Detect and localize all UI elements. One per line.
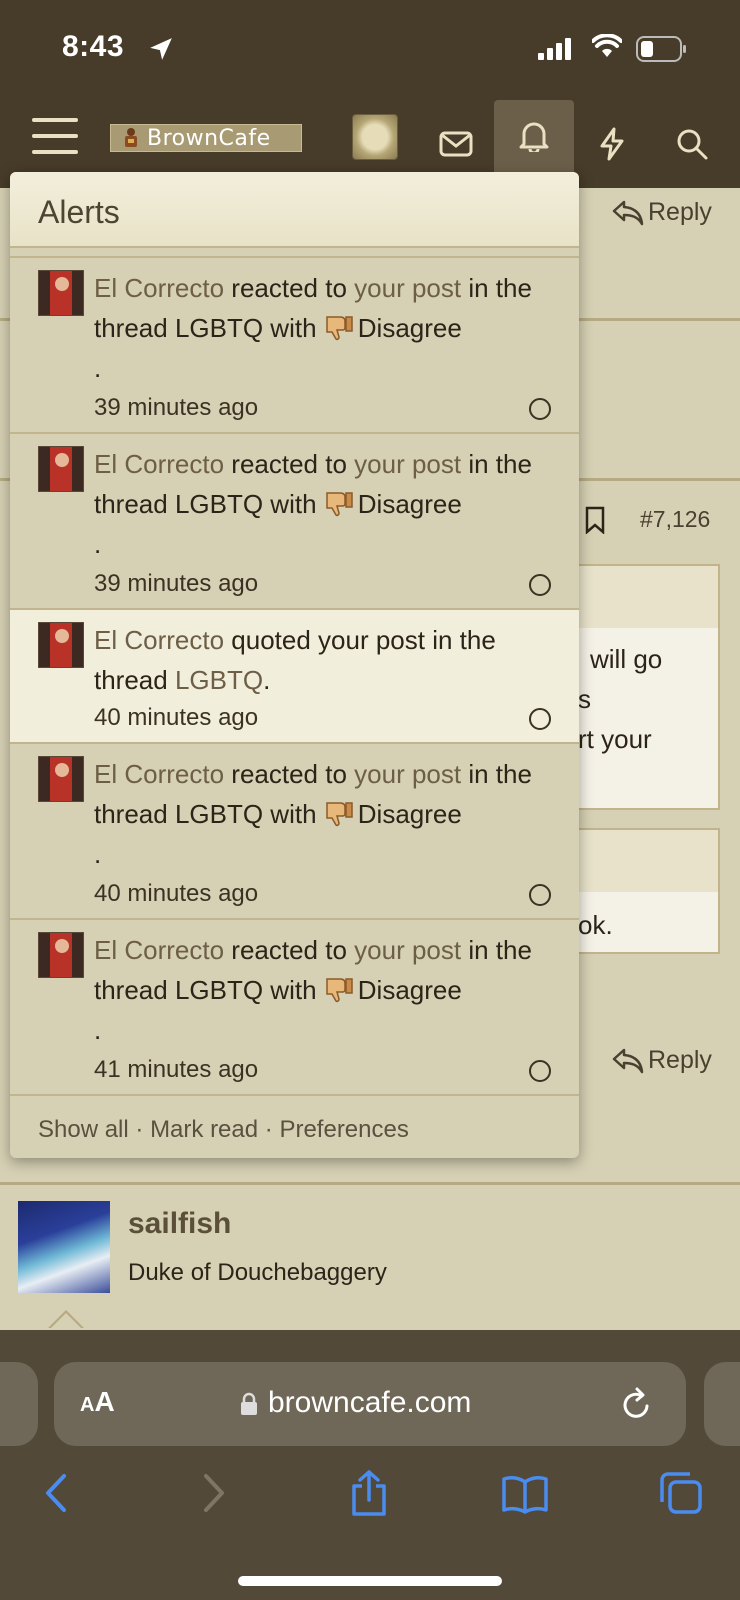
- author-title: Duke of Douchebaggery: [128, 1259, 387, 1286]
- previous-tab-pill[interactable]: [0, 1362, 38, 1446]
- reload-icon[interactable]: [620, 1386, 654, 1422]
- search-button[interactable]: [652, 100, 732, 188]
- post-text-fragment: ok.: [578, 910, 613, 940]
- thumbs-down-icon: [326, 492, 353, 517]
- back-icon[interactable]: [34, 1470, 80, 1516]
- thumbs-down-icon: [326, 802, 353, 827]
- quote-block: [576, 564, 720, 810]
- bell-icon: [519, 122, 549, 152]
- post-text-fragment: rt your: [578, 724, 652, 754]
- alert-user-link[interactable]: El Correcto: [94, 449, 224, 479]
- alert-item[interactable]: El Correcto quoted your post in the thre…: [10, 610, 579, 744]
- url-text: browncafe.com: [268, 1386, 472, 1419]
- mark-read-link[interactable]: Mark read: [150, 1116, 258, 1143]
- mark-read-toggle[interactable]: [529, 708, 551, 730]
- alerts-title: Alerts: [10, 172, 579, 248]
- alert-time: 40 minutes ago: [94, 880, 259, 907]
- reply-label: Reply: [648, 1046, 712, 1074]
- alert-post-link[interactable]: your post: [354, 759, 461, 789]
- bolt-icon: [600, 127, 624, 161]
- reaction-label: Disagree: [357, 313, 462, 343]
- alert-user-link[interactable]: El Correcto: [94, 935, 224, 965]
- alert-item[interactable]: El Correcto reacted to your post in the …: [10, 920, 579, 1096]
- reply-icon: [612, 200, 644, 225]
- alert-post-link[interactable]: your post: [354, 449, 461, 479]
- lock-icon: [241, 1392, 257, 1415]
- logo-text: BrownCafe: [147, 125, 271, 151]
- alert-avatar[interactable]: [38, 622, 84, 668]
- alerts-button[interactable]: [494, 100, 574, 172]
- alert-user-link[interactable]: El Correcto: [94, 759, 224, 789]
- reaction-label: Disagree: [357, 489, 462, 519]
- post-text-fragment: will go: [590, 644, 663, 674]
- alert-user-link[interactable]: El Correcto: [94, 625, 224, 655]
- alerts-popup: Alerts El Correcto reacted to your post …: [10, 172, 579, 1158]
- reply-icon: [612, 1048, 644, 1073]
- reaction-label: Disagree: [357, 975, 462, 1005]
- forward-icon[interactable]: [190, 1470, 236, 1516]
- show-all-link[interactable]: Show all: [38, 1116, 129, 1143]
- thumbs-down-icon: [326, 316, 353, 341]
- alerts-footer: Show all · Mark read · Preferences: [38, 1116, 409, 1143]
- author-name[interactable]: sailfish: [128, 1207, 231, 1241]
- alert-avatar[interactable]: [38, 932, 84, 978]
- preferences-link[interactable]: Preferences: [279, 1116, 408, 1143]
- alert-post-link[interactable]: your post: [354, 935, 461, 965]
- post-author-block: sailfish Duke of Douchebaggery: [0, 1182, 740, 1330]
- author-avatar[interactable]: [18, 1201, 110, 1293]
- alert-avatar[interactable]: [38, 756, 84, 802]
- search-icon: [677, 129, 708, 160]
- alert-avatar[interactable]: [38, 446, 84, 492]
- next-tab-pill[interactable]: [704, 1362, 740, 1446]
- location-arrow-icon: [150, 38, 172, 60]
- site-logo[interactable]: BrownCafe: [110, 124, 302, 152]
- logo-mark-icon: [125, 128, 137, 147]
- mark-read-toggle[interactable]: [529, 574, 551, 596]
- tabs-icon[interactable]: [658, 1470, 704, 1516]
- alert-time: 40 minutes ago: [94, 704, 259, 731]
- post-text-fragment: s: [578, 684, 591, 714]
- home-indicator: [238, 1576, 502, 1586]
- alert-time: 39 minutes ago: [94, 394, 259, 421]
- wifi-icon: [592, 34, 622, 57]
- status-bar: 8:43: [0, 0, 740, 100]
- reply-label: Reply: [648, 198, 712, 226]
- mark-read-toggle[interactable]: [529, 398, 551, 420]
- address-bar[interactable]: AA browncafe.com: [54, 1362, 686, 1446]
- status-time: 8:43: [62, 30, 125, 63]
- alert-post-link[interactable]: your post: [354, 273, 461, 303]
- alert-thread-link[interactable]: LGBTQ: [175, 665, 263, 695]
- reply-button[interactable]: Reply: [612, 1046, 712, 1075]
- post-number[interactable]: #7,126: [640, 506, 710, 533]
- battery-icon: [636, 36, 686, 62]
- alert-item[interactable]: El Correcto reacted to your post in the …: [10, 744, 579, 920]
- bookmarks-icon[interactable]: [502, 1470, 548, 1516]
- browser-toolbar: AA browncafe.com: [0, 1330, 740, 1600]
- alert-item[interactable]: El Correcto reacted to your post in the …: [10, 434, 579, 610]
- alert-user-link[interactable]: El Correcto: [94, 273, 224, 303]
- mark-read-toggle[interactable]: [529, 1060, 551, 1082]
- mail-icon: [439, 131, 473, 157]
- user-avatar-button[interactable]: [352, 114, 398, 160]
- alert-item[interactable]: El Correcto reacted to your post in the …: [10, 258, 579, 434]
- alert-avatar[interactable]: [38, 270, 84, 316]
- whats-new-button[interactable]: [572, 100, 652, 188]
- reply-button[interactable]: Reply: [612, 198, 712, 227]
- reader-options-button[interactable]: AA: [80, 1386, 115, 1418]
- cellular-signal-icon: [538, 38, 571, 60]
- thumbs-down-icon: [326, 978, 353, 1003]
- mark-read-toggle[interactable]: [529, 884, 551, 906]
- reaction-label: Disagree: [357, 799, 462, 829]
- alert-time: 41 minutes ago: [94, 1056, 259, 1083]
- alert-time: 39 minutes ago: [94, 570, 259, 597]
- bookmark-icon[interactable]: [584, 506, 606, 534]
- menu-icon[interactable]: [32, 118, 78, 156]
- share-icon[interactable]: [346, 1470, 392, 1516]
